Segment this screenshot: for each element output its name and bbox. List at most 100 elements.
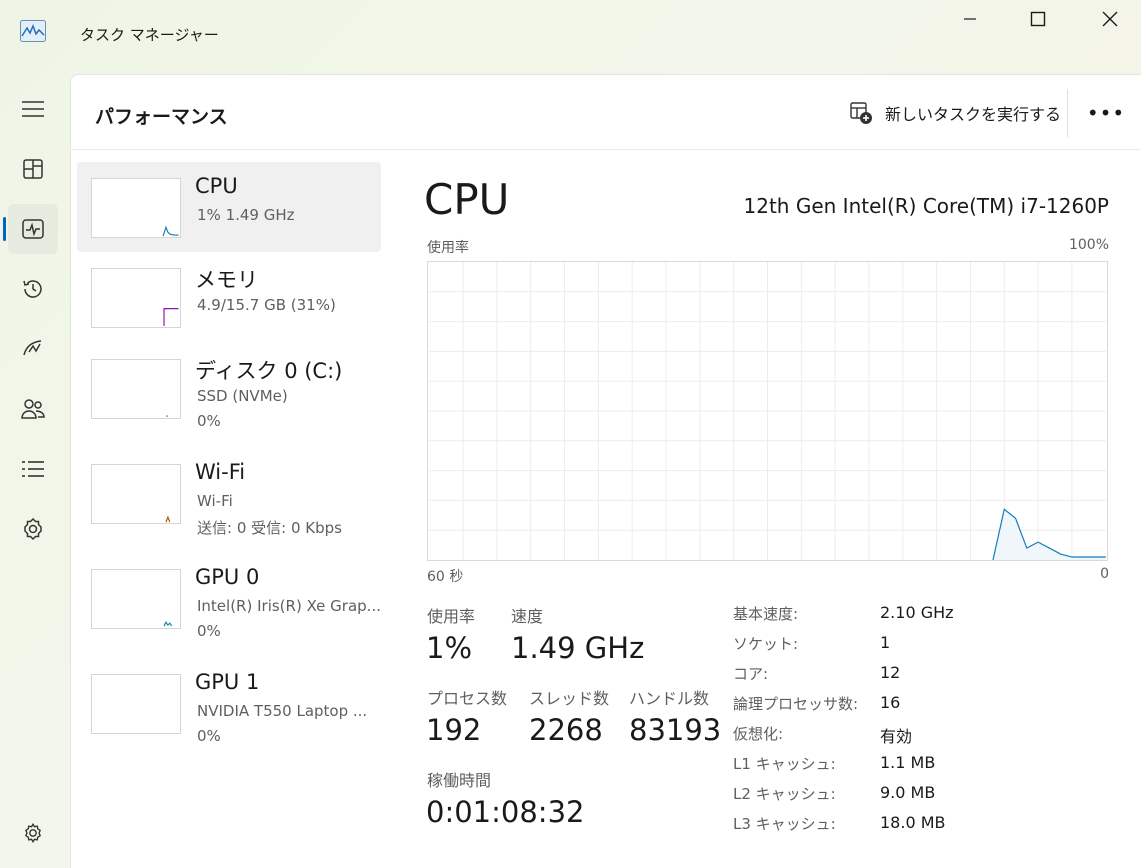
resource-detail-2: 送信: 0 受信: 0 Kbps	[197, 519, 342, 537]
minimize-button[interactable]	[950, 6, 990, 32]
page-header: パフォーマンス 新しいタスクを実行する •••	[71, 75, 1141, 150]
maximize-icon	[1030, 11, 1046, 27]
task-manager-icon	[20, 20, 46, 42]
nav-users[interactable]	[8, 384, 58, 434]
resource-detail-1: SSD (NVMe)	[197, 387, 288, 405]
processes-label: プロセス数	[427, 689, 508, 708]
handles-value: 83193	[629, 713, 722, 747]
info-value: 9.0 MB	[880, 783, 936, 802]
resource-detail-1: Intel(R) Iris(R) Xe Grap...	[197, 597, 381, 615]
resource-sparkline	[163, 621, 173, 627]
resource-name: GPU 0	[195, 565, 260, 589]
details-icon	[22, 461, 44, 477]
performance-icon	[22, 219, 44, 239]
info-label: L3 キャッシュ:	[733, 815, 836, 833]
hamburger-icon	[22, 101, 44, 117]
nav-performance[interactable]	[8, 204, 58, 254]
resource-item[interactable]: ディスク 0 (C:) SSD (NVMe) 0%	[77, 343, 381, 433]
info-label: 仮想化:	[733, 725, 784, 743]
resource-detail-1: 1% 1.49 GHz	[197, 206, 295, 224]
info-label: ソケット:	[733, 635, 799, 653]
close-icon	[1102, 11, 1118, 27]
resource-name: メモリ	[195, 268, 258, 292]
resource-thumbnail	[91, 464, 181, 524]
info-label: 論理プロセッサ数:	[733, 695, 859, 713]
resource-detail-1: NVIDIA T550 Laptop ...	[197, 702, 368, 720]
resource-thumbnail	[91, 359, 181, 419]
resource-item[interactable]: メモリ 4.9/15.7 GB (31%)	[77, 252, 381, 342]
minimize-icon	[964, 18, 976, 20]
nav-services[interactable]	[8, 504, 58, 554]
nav-menu-button[interactable]	[8, 84, 58, 134]
active-nav-indicator	[3, 217, 6, 241]
usage-value: 1%	[426, 631, 473, 665]
info-label: L1 キャッシュ:	[733, 755, 836, 773]
resource-sparkline	[163, 308, 179, 327]
info-label: L2 キャッシュ:	[733, 785, 836, 803]
maximize-button[interactable]	[1018, 6, 1058, 32]
nav-settings[interactable]	[8, 808, 58, 858]
resource-item[interactable]: Wi-Fi Wi-Fi 送信: 0 受信: 0 Kbps	[77, 448, 381, 538]
resource-thumbnail	[91, 569, 181, 629]
info-value: 1	[880, 633, 891, 652]
processes-icon	[23, 159, 43, 179]
new-task-icon	[850, 102, 872, 124]
resource-thumbnail	[91, 268, 181, 328]
threads-value: 2268	[529, 713, 603, 747]
history-icon	[23, 280, 42, 298]
cpu-usage-graph	[427, 261, 1108, 561]
cpu-usage-area	[992, 509, 1106, 560]
users-icon	[21, 399, 45, 419]
resource-name: GPU 1	[195, 670, 260, 694]
nav-processes[interactable]	[8, 144, 58, 194]
speed-value: 1.49 GHz	[511, 631, 645, 665]
info-value: 16	[880, 693, 901, 712]
more-options-button[interactable]: •••	[1087, 97, 1124, 129]
main-panel: パフォーマンス 新しいタスクを実行する ••• CPU 1% 1.49 GHz メモ…	[70, 74, 1141, 868]
info-value: 1.1 MB	[880, 753, 936, 772]
nav-details[interactable]	[8, 444, 58, 494]
info-value: 18.0 MB	[880, 813, 946, 832]
nav-startup-apps[interactable]	[8, 324, 58, 374]
nav-app-history[interactable]	[8, 264, 58, 314]
services-icon	[24, 517, 42, 541]
run-new-task-button[interactable]: 新しいタスクを実行する	[845, 97, 1065, 129]
resource-sparkline	[165, 515, 171, 523]
resource-name: CPU	[195, 174, 238, 198]
resource-detail-2: 0%	[197, 727, 221, 745]
graph-min-label: 0	[1100, 566, 1109, 582]
cpu-model: 12th Gen Intel(R) Core(TM) i7-1260P	[743, 194, 1109, 218]
graph-label: 使用率	[427, 240, 469, 256]
speed-label: 速度	[511, 607, 544, 626]
uptime-value: 0:01:08:32	[426, 795, 585, 829]
uptime-label: 稼働時間	[427, 771, 492, 790]
resource-name: ディスク 0 (C:)	[195, 359, 343, 383]
info-value: 12	[880, 663, 901, 682]
graph-time-label: 60 秒	[427, 569, 464, 585]
resource-item[interactable]: GPU 1 NVIDIA T550 Laptop ... 0%	[77, 658, 381, 748]
threads-label: スレッド数	[529, 689, 610, 708]
info-label: 基本速度:	[733, 605, 799, 623]
settings-icon	[24, 822, 42, 844]
resource-name: Wi-Fi	[195, 460, 246, 484]
window-title: タスク マネージャー	[80, 26, 219, 44]
resource-detail-2: 0%	[197, 622, 221, 640]
handles-label: ハンドル数	[629, 689, 710, 708]
processes-value: 192	[426, 713, 482, 747]
info-value: 有効	[880, 727, 913, 746]
resource-item[interactable]: GPU 0 Intel(R) Iris(R) Xe Grap... 0%	[77, 553, 381, 643]
usage-label: 使用率	[427, 607, 476, 626]
resource-thumbnail	[91, 674, 181, 734]
graph-max-label: 100%	[1068, 237, 1109, 253]
header-divider	[1067, 89, 1068, 137]
info-value: 2.10 GHz	[880, 603, 954, 622]
startup-icon	[23, 340, 42, 356]
page-title: パフォーマンス	[95, 106, 228, 128]
resource-detail-2: 0%	[197, 412, 221, 430]
resource-sparkline	[162, 225, 179, 237]
title-bar: タスク マネージャー	[0, 0, 1141, 70]
close-button[interactable]	[1090, 6, 1130, 32]
resource-detail-1: Wi-Fi	[197, 492, 233, 510]
info-label: コア:	[733, 665, 769, 683]
resource-item[interactable]: CPU 1% 1.49 GHz	[77, 162, 381, 252]
